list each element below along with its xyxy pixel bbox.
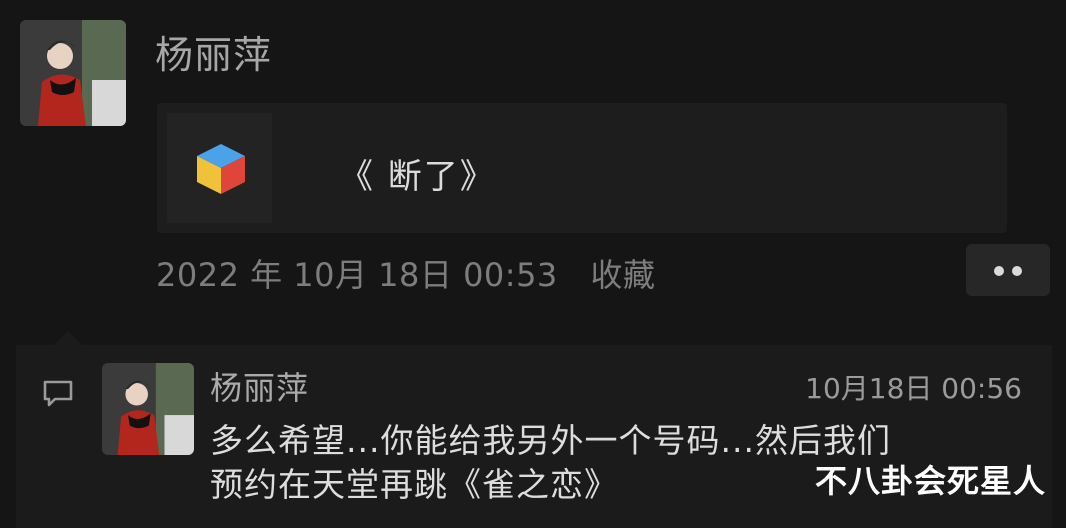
speech-bubble-icon	[43, 380, 73, 407]
comment-avatar[interactable]	[102, 363, 194, 455]
comment-timestamp: 10月18日 00:56	[805, 372, 1022, 405]
post-meta: 2022 年 10月 18日 00:53 收藏	[156, 250, 655, 296]
more-dots-icon[interactable]	[966, 244, 1050, 296]
comment-author-name[interactable]: 杨丽萍	[210, 363, 309, 409]
app-thumbnail	[167, 113, 272, 223]
post-timestamp: 2022 年 10月 18日 00:53	[156, 256, 558, 294]
dot	[994, 266, 1004, 276]
avatar-image	[102, 363, 194, 455]
shared-title: 《 断了》	[339, 157, 496, 197]
avatar-image	[20, 20, 126, 126]
avatar[interactable]	[20, 20, 126, 126]
cube-icon	[197, 144, 245, 194]
moment-post: 杨丽萍 《 断了》 2022 年 10月 18日 00:53 收藏	[0, 0, 1066, 330]
dot	[1012, 266, 1022, 276]
shared-link-card[interactable]: 《 断了》	[157, 103, 1007, 233]
watermark: 不八卦会死星人	[814, 462, 1046, 500]
favorite-link[interactable]: 收藏	[590, 256, 655, 294]
post-author-name[interactable]: 杨丽萍	[155, 24, 272, 79]
